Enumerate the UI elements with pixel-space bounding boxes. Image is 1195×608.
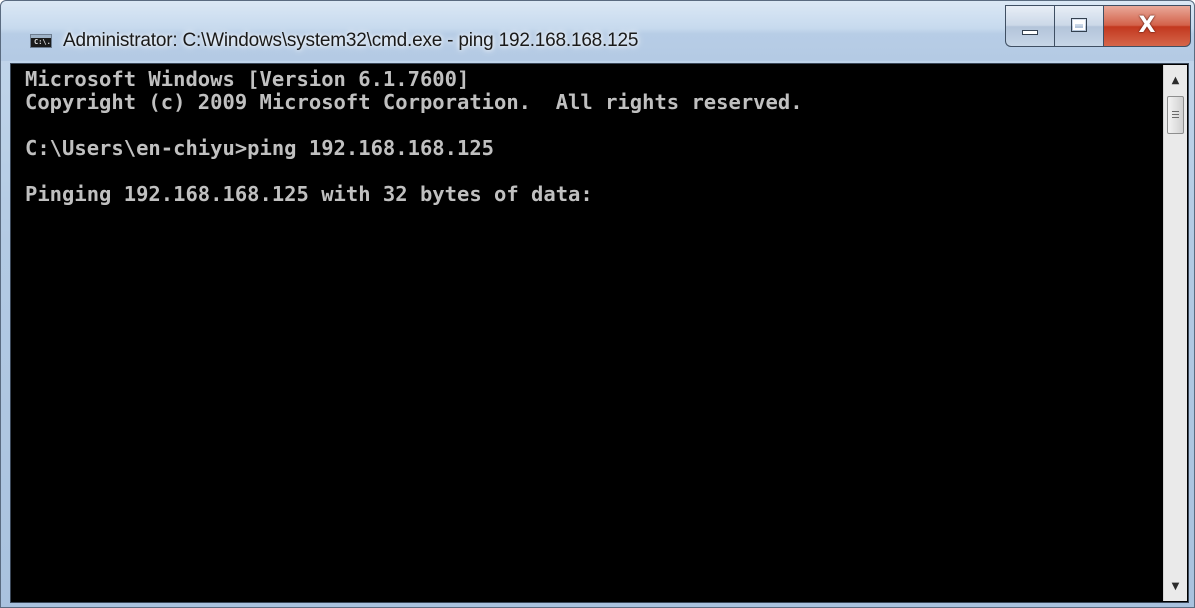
console-line: Copyright (c) 2009 Microsoft Corporation…: [25, 90, 803, 114]
close-icon: X: [1138, 13, 1156, 38]
scroll-down-button[interactable]: ▼: [1164, 575, 1187, 597]
minimize-icon: [1022, 30, 1038, 35]
maximize-icon: [1071, 18, 1087, 32]
console-line: Microsoft Windows [Version 6.1.7600]: [25, 68, 470, 91]
close-button[interactable]: X: [1103, 5, 1191, 47]
minimize-button[interactable]: [1005, 5, 1054, 47]
title-bar[interactable]: C:\. Administrator: C:\Windows\system32\…: [1, 1, 1194, 61]
window-title: Administrator: C:\Windows\system32\cmd.e…: [63, 30, 639, 51]
maximize-button[interactable]: [1054, 5, 1103, 47]
scroll-thumb[interactable]: [1167, 96, 1184, 134]
console-output[interactable]: Microsoft Windows [Version 6.1.7600] Copy…: [25, 68, 1155, 598]
console-line: C:\Users\en-chiyu>ping 192.168.168.125: [25, 136, 494, 160]
console-line: Pinging 192.168.168.125 with 32 bytes of…: [25, 182, 593, 206]
vertical-scrollbar[interactable]: ▲ ▼: [1163, 65, 1187, 601]
scroll-up-button[interactable]: ▲: [1164, 69, 1187, 91]
arrow-down-icon: ▼: [1171, 580, 1180, 592]
cmd-icon-glyph: C:\.: [34, 38, 51, 46]
caption-buttons: X: [1005, 5, 1191, 47]
cmd-console-icon[interactable]: C:\.: [30, 34, 52, 48]
grip-icon: [1172, 111, 1179, 119]
console-window: C:\. Administrator: C:\Windows\system32\…: [0, 0, 1195, 608]
console-client-area[interactable]: Microsoft Windows [Version 6.1.7600] Copy…: [10, 63, 1189, 603]
arrow-up-icon: ▲: [1171, 74, 1180, 86]
